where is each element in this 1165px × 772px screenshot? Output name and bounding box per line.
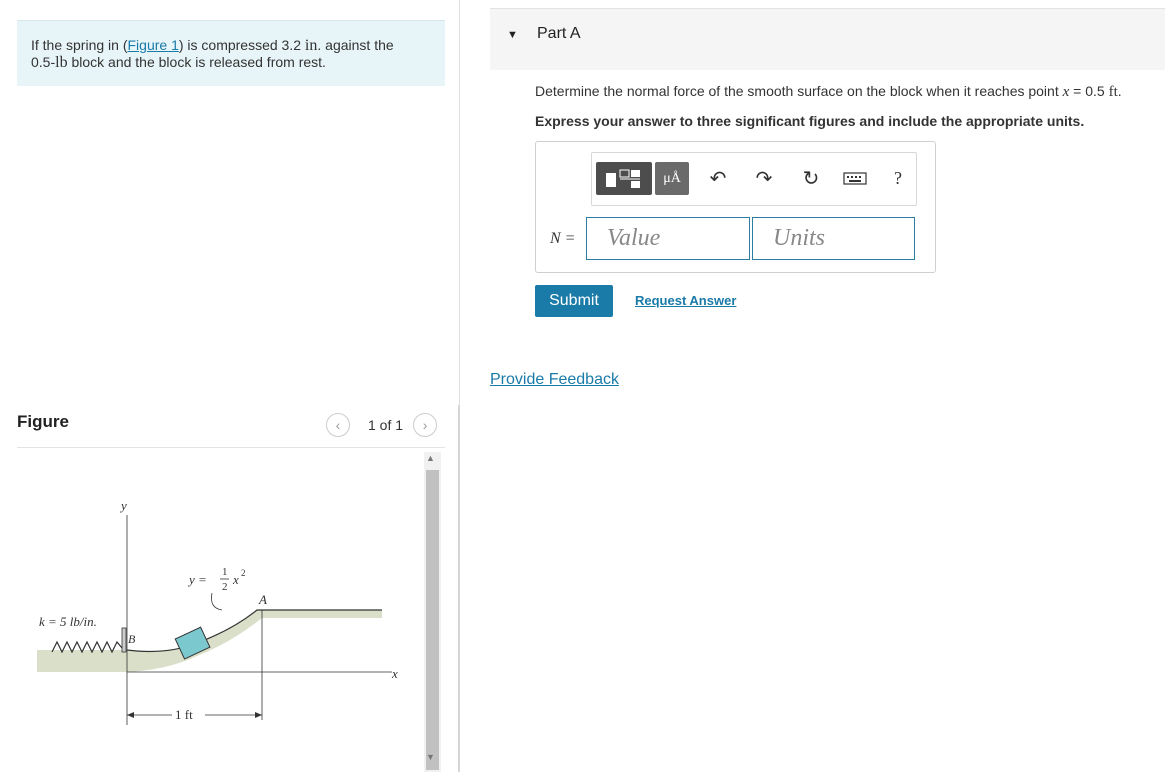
question-unit: ft: [1108, 84, 1118, 100]
point-a-label: A: [258, 592, 267, 607]
distance-label: 1 ft: [175, 707, 193, 722]
spring-constant-label: k = 5 lb/in.: [39, 614, 97, 629]
curve-exponent: 2: [241, 568, 246, 578]
arrow-head: [127, 712, 134, 718]
provide-feedback-link[interactable]: Provide Feedback: [490, 371, 619, 389]
problem-statement: If the spring in (Figure 1) is compresse…: [17, 20, 445, 86]
units-input[interactable]: Units: [752, 217, 915, 260]
redo-icon[interactable]: ↷: [750, 164, 778, 192]
fraction-numerator: 1: [222, 566, 228, 578]
reset-icon[interactable]: ↻: [797, 164, 825, 192]
problem-text: . against the: [317, 37, 394, 53]
figure-title: Figure: [17, 412, 69, 431]
submit-button[interactable]: Submit: [535, 285, 613, 317]
question-prefix: Determine the normal force of the smooth…: [535, 83, 1063, 99]
chevron-right-icon[interactable]: ›: [413, 413, 438, 437]
keyboard-icon[interactable]: [841, 164, 869, 192]
part-header[interactable]: ▼ Part A: [490, 8, 1165, 70]
figure-image: y x y = 1 2 x 2 A B k = 5 lb/in. 1 ft: [37, 498, 398, 725]
templates-icon[interactable]: [596, 162, 652, 195]
curve-var: x: [232, 572, 239, 587]
unit-in: in: [304, 37, 318, 54]
fraction-denominator: 2: [222, 581, 228, 593]
question-end: .: [1117, 83, 1122, 99]
caret-down-icon[interactable]: ▼: [507, 29, 518, 41]
left-pane: If the spring in (Figure 1) is compresse…: [0, 0, 460, 772]
part-title: Part A: [537, 25, 581, 42]
figure-navigation: ‹ 1 of 1 ›: [326, 413, 438, 437]
variable-label: N =: [550, 230, 575, 248]
question-eq: = 0.5: [1069, 83, 1109, 99]
instruction-text: Express your answer to three significant…: [535, 113, 1085, 129]
math-toolbar: μÅ ↶ ↷ ↻ ?: [591, 152, 917, 206]
problem-text: 0.5-: [31, 54, 56, 70]
variable-text: N =: [550, 230, 576, 247]
scroll-up-icon[interactable]: ▲: [426, 453, 435, 463]
scroll-down-icon[interactable]: ▼: [426, 752, 435, 762]
undo-icon[interactable]: ↶: [704, 164, 732, 192]
figure-link[interactable]: Figure 1: [128, 37, 179, 53]
point-b-label: B: [128, 632, 136, 646]
problem-text: block and the block is released from res…: [67, 54, 326, 70]
pane-resize-handle[interactable]: [458, 405, 460, 772]
question-text: Determine the normal force of the smooth…: [535, 83, 1122, 101]
chevron-left-icon[interactable]: ‹: [326, 413, 350, 437]
arrow-head: [255, 712, 262, 718]
help-icon[interactable]: ?: [884, 164, 912, 192]
units-icon[interactable]: μÅ: [655, 162, 689, 195]
problem-text: ) is compressed 3.2: [178, 37, 305, 53]
value-input[interactable]: Value: [586, 217, 750, 260]
x-axis-label: x: [391, 666, 398, 681]
y-axis-label: y: [119, 498, 127, 513]
unit-lb: lb: [55, 54, 68, 71]
equation-leader: [211, 592, 223, 611]
figure-count: 1 of 1: [368, 417, 404, 433]
request-answer-link[interactable]: Request Answer: [635, 293, 736, 308]
divider: [17, 447, 445, 448]
wall: [121, 627, 127, 653]
answer-box: μÅ ↶ ↷ ↻ ? N = Value Units: [535, 141, 936, 273]
problem-text: If the spring in (: [31, 37, 128, 53]
curve-eq-lhs: y =: [187, 572, 207, 587]
figure-scrollbar-thumb[interactable]: [426, 470, 439, 770]
